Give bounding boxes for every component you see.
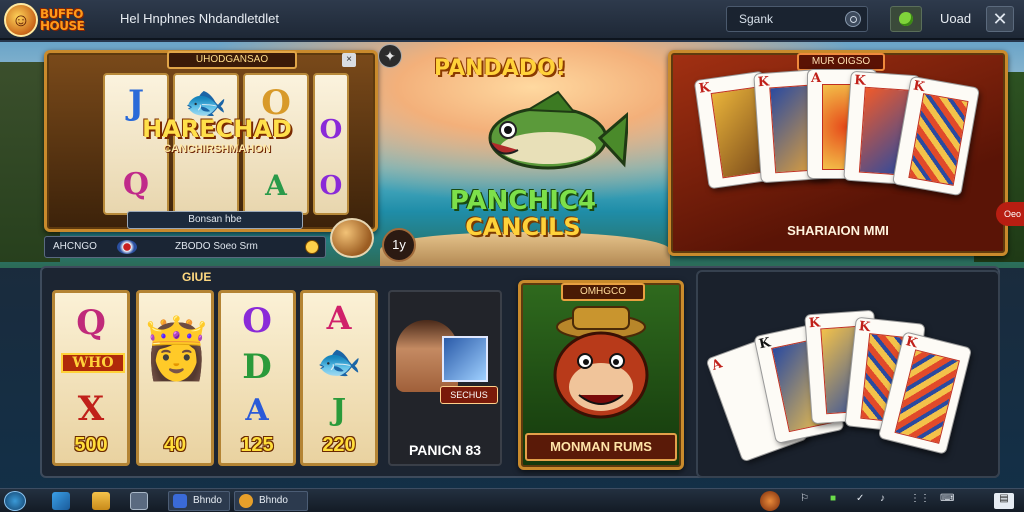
fish-icon bbox=[488, 90, 628, 170]
hero-subtitle: PANCHIC4 CANCILS bbox=[428, 188, 618, 240]
dealer-caption: PANICN 83 bbox=[408, 442, 482, 458]
slot-banner: HARECHAD CANCHIRSHMAHON bbox=[117, 115, 317, 169]
hero-title: PANDADO! bbox=[434, 56, 566, 81]
slot-footer-bar: AHCNGO ZBODO Soeo Srm bbox=[44, 236, 326, 258]
reel-symbol: O bbox=[319, 115, 343, 145]
tray-flag-icon[interactable]: ⚐ bbox=[800, 493, 809, 504]
search-input[interactable]: Sgank bbox=[726, 6, 868, 32]
card-rank: K bbox=[697, 80, 712, 97]
round-action-button[interactable]: 1y bbox=[382, 228, 416, 262]
taskbar-task-label: Bhndo bbox=[193, 495, 222, 506]
mermaid-icon: 👸 bbox=[139, 314, 214, 384]
card-rank: K bbox=[757, 74, 770, 91]
card-icon bbox=[442, 336, 488, 382]
slot-reel: O O bbox=[313, 73, 349, 215]
reel-symbol: O bbox=[319, 171, 343, 201]
app-logo[interactable]: ☺ BUFFO HOUSE bbox=[4, 3, 112, 37]
taskbar: Bhndo Bhndo ⚐ ■ ✓ ♪ ⋮⋮ ⌨ ▤ bbox=[0, 488, 1024, 512]
bottom-slot-reel[interactable]: O D A 125 bbox=[218, 290, 296, 466]
poker-game-tile[interactable]: MUR OIGSO K K A K K SHARIAION MMI bbox=[668, 50, 1008, 256]
reel-payout: 40 bbox=[163, 434, 187, 456]
coin-icon[interactable] bbox=[305, 240, 319, 254]
reel-symbol: D bbox=[242, 347, 272, 387]
slot-footer-left: AHCNGO bbox=[53, 241, 97, 252]
fish-icon: 🐟 bbox=[316, 341, 362, 383]
app-icon bbox=[239, 494, 253, 508]
logo-line-2: HOUSE bbox=[40, 19, 85, 33]
reel-payout: 500 bbox=[74, 434, 108, 456]
monkey-game-tile[interactable]: OMHGCO MONMAN RUMS bbox=[518, 280, 684, 470]
slot-banner-title: HARECHAD bbox=[142, 115, 292, 143]
taskbar-task-label: Bhndo bbox=[259, 495, 288, 506]
logo-badge-icon: ☺ bbox=[4, 3, 38, 37]
card-rank: K bbox=[912, 78, 926, 96]
reel-symbol: Q bbox=[76, 303, 106, 343]
side-tab[interactable]: Oeo bbox=[996, 202, 1024, 226]
card-game-tile[interactable]: A K K K K bbox=[696, 270, 1000, 478]
slot-footer-mid: ZBODO Soeo Srm bbox=[175, 241, 258, 252]
flag-icon[interactable] bbox=[117, 240, 137, 254]
slot-game-tile[interactable]: UHODGANSAO × J Q 🐟 O A O O HARECHAD CANC… bbox=[44, 50, 378, 232]
tray-keyboard-icon[interactable]: ⌨ bbox=[940, 493, 954, 504]
taskbar-task[interactable]: Bhndo bbox=[234, 491, 308, 511]
taskbar-task[interactable]: Bhndo bbox=[168, 491, 230, 511]
tray-clock-icon[interactable]: ⋮⋮ bbox=[910, 493, 930, 504]
slot-tile-label: UHODGANSAO bbox=[167, 51, 297, 69]
card-rank: K bbox=[808, 315, 821, 332]
reel-symbol: A bbox=[326, 299, 352, 337]
notifications-icon[interactable]: ▤ bbox=[994, 493, 1014, 509]
logo-text: BUFFO HOUSE bbox=[40, 8, 85, 33]
tray-network-icon[interactable]: ✓ bbox=[856, 493, 864, 504]
bottom-slot-reel[interactable]: A 🐟 J 220 bbox=[300, 290, 378, 466]
monkey-tile-caption: MONMAN RUMS bbox=[525, 433, 677, 461]
search-value: Sgank bbox=[739, 12, 774, 26]
bottom-slot-reel[interactable]: Q WHO X 500 bbox=[52, 290, 130, 466]
reel-symbol: J bbox=[331, 393, 347, 428]
hero-subtitle-line-2: CANCILS bbox=[465, 213, 581, 241]
start-button-icon[interactable] bbox=[4, 491, 26, 511]
reel-payout: 220 bbox=[322, 434, 356, 456]
card-rank: A bbox=[709, 356, 725, 374]
reel-symbol: X bbox=[77, 389, 105, 429]
title-bar: ☺ BUFFO HOUSE Hel Hnphnes Nhdandletdlet … bbox=[0, 0, 1024, 40]
user-status-button[interactable] bbox=[890, 6, 922, 32]
live-dealer-tile[interactable]: SECHUS PANICN 83 bbox=[388, 290, 502, 466]
card-rank: K bbox=[858, 319, 871, 336]
hero-subtitle-line-1: PANCHIC4 bbox=[449, 186, 597, 216]
folder-icon[interactable] bbox=[92, 492, 110, 510]
app-icon bbox=[173, 494, 187, 508]
poker-tile-caption: SHARIAION MMI bbox=[787, 223, 889, 238]
monkey-tile-label: OMHGCO bbox=[561, 283, 645, 301]
reel-symbol: O bbox=[242, 301, 272, 341]
tray-app-icon[interactable] bbox=[760, 491, 780, 511]
reel-symbol: Q bbox=[122, 167, 150, 202]
search-icon[interactable] bbox=[845, 11, 861, 27]
reel-symbol: A bbox=[245, 393, 269, 428]
window-icon[interactable] bbox=[130, 492, 148, 510]
reel-payout: 125 bbox=[240, 434, 274, 456]
reel-symbol: A bbox=[265, 169, 287, 202]
star-icon[interactable]: ✦ bbox=[378, 44, 402, 68]
card-rank: K bbox=[757, 335, 772, 353]
user-name[interactable]: Uoad bbox=[940, 11, 971, 26]
bottom-section-label: GIUE bbox=[182, 270, 212, 284]
slot-info-bar[interactable]: Bonsan hbe bbox=[127, 211, 303, 229]
window-title: Hel Hnphnes Nhdandletdlet bbox=[120, 11, 279, 26]
card-rank: K bbox=[904, 334, 919, 352]
slot-tile-close-button[interactable]: × bbox=[342, 53, 356, 67]
tray-volume-icon[interactable]: ♪ bbox=[880, 493, 885, 504]
slot-banner-subtitle: CANCHIRSHMAHON bbox=[163, 143, 271, 155]
status-dot-icon bbox=[899, 12, 913, 26]
card-rank: A bbox=[811, 71, 822, 86]
tray-status-icon[interactable]: ■ bbox=[830, 493, 836, 504]
bottom-slot-reel[interactable]: 👸 40 bbox=[136, 290, 214, 466]
coconut-coin-icon[interactable] bbox=[330, 218, 374, 258]
reel-symbol: WHO bbox=[61, 353, 125, 373]
close-button[interactable]: ✕ bbox=[986, 6, 1014, 32]
monkey-icon bbox=[553, 306, 649, 419]
browser-icon[interactable] bbox=[52, 492, 70, 510]
dealer-tag: SECHUS bbox=[440, 386, 498, 404]
